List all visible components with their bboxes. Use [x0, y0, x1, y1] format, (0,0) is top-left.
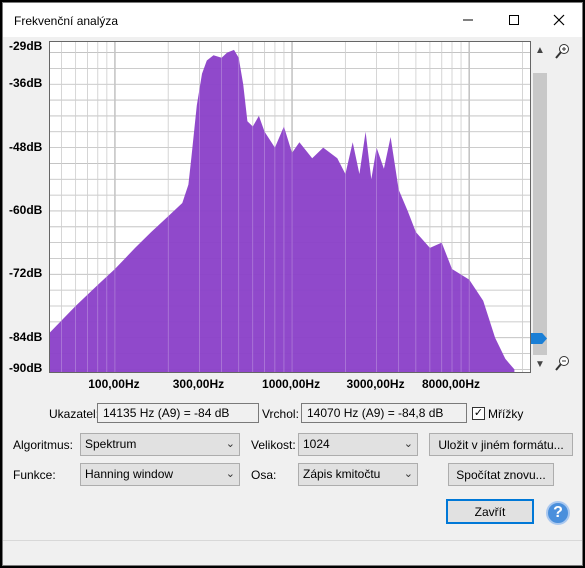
- minimize-icon-glyph: [463, 19, 473, 21]
- chevron-down-icon: ⌄: [225, 468, 235, 480]
- zoom-in-glyph: [555, 44, 569, 59]
- algorithm-value: Spektrum: [85, 437, 137, 451]
- pointer-label: Ukazatel:: [49, 407, 100, 421]
- zoom-out-glyph: [555, 356, 569, 371]
- axis-select[interactable]: Zápis kmitočtu ⌄: [298, 463, 418, 486]
- maximize-icon[interactable]: [491, 3, 537, 37]
- minimize-icon[interactable]: [445, 3, 491, 37]
- x-tick-label: 100,00Hz: [88, 377, 140, 391]
- grid-checkbox-label: Mřížky: [488, 407, 524, 421]
- spectrum-chart: [50, 42, 530, 373]
- peak-field: 14070 Hz (A9) = -84,8 dB: [301, 403, 467, 423]
- window-title: Frekvenční analýza: [14, 14, 119, 28]
- export-button[interactable]: Uložit v jiném formátu...: [429, 433, 573, 456]
- x-tick-label: 8000,00Hz: [421, 377, 481, 391]
- y-tick-label: -60dB: [9, 202, 43, 217]
- x-tick-label: 3000,00Hz: [346, 377, 405, 391]
- close-icon[interactable]: [536, 3, 582, 37]
- size-select[interactable]: 1024 ⌄: [298, 433, 418, 456]
- size-label: Velikost:: [251, 438, 296, 452]
- chevron-down-icon: ⌄: [403, 438, 413, 450]
- function-value: Hanning window: [85, 467, 174, 481]
- pointer-field: 14135 Hz (A9) = -84 dB: [97, 403, 259, 423]
- x-tick-label: 1000,00Hz: [262, 377, 321, 391]
- replot-button[interactable]: Spočítat znovu...: [448, 463, 554, 486]
- function-label: Funkce:: [13, 468, 56, 482]
- help-icon[interactable]: ?: [546, 501, 570, 525]
- y-tick-label: -72dB: [9, 266, 43, 281]
- scroll-down-icon[interactable]: ▼: [535, 359, 545, 370]
- zoom-in-icon[interactable]: [555, 43, 571, 62]
- scroll-up-icon[interactable]: ▲: [535, 45, 545, 56]
- axis-value: Zápis kmitočtu: [303, 467, 381, 481]
- function-select[interactable]: Hanning window ⌄: [80, 463, 240, 486]
- close-icon-glyph: [553, 14, 565, 26]
- algorithm-label: Algoritmus:: [13, 438, 74, 452]
- spectrum-plot[interactable]: [49, 41, 531, 373]
- status-bar: [3, 540, 582, 566]
- peak-label: Vrchol:: [262, 407, 299, 421]
- title-bar: Frekvenční analýza: [3, 3, 582, 37]
- axis-label: Osa:: [251, 468, 277, 482]
- vertical-scrollbar[interactable]: [533, 73, 547, 355]
- y-tick-label: -84dB: [9, 329, 43, 344]
- y-tick-label: -48dB: [9, 139, 43, 154]
- maximize-icon-glyph: [509, 15, 519, 25]
- y-tick-label: -90dB: [9, 361, 43, 376]
- chevron-down-icon: ⌄: [225, 438, 235, 450]
- x-tick-label: 300,00Hz: [172, 377, 225, 391]
- close-button[interactable]: Zavřít: [446, 499, 534, 524]
- zoom-out-icon[interactable]: [555, 355, 571, 374]
- chevron-down-icon: ⌄: [403, 468, 413, 480]
- frequency-analysis-window: Frekvenční analýza -29dB -36dB -48dB -60dB -…: [2, 2, 583, 566]
- y-tick-label: -29dB: [9, 39, 43, 54]
- size-value: 1024: [303, 437, 330, 451]
- algorithm-select[interactable]: Spektrum ⌄: [80, 433, 240, 456]
- grid-checkbox[interactable]: ✓: [472, 407, 485, 420]
- y-tick-label: -36dB: [9, 76, 43, 91]
